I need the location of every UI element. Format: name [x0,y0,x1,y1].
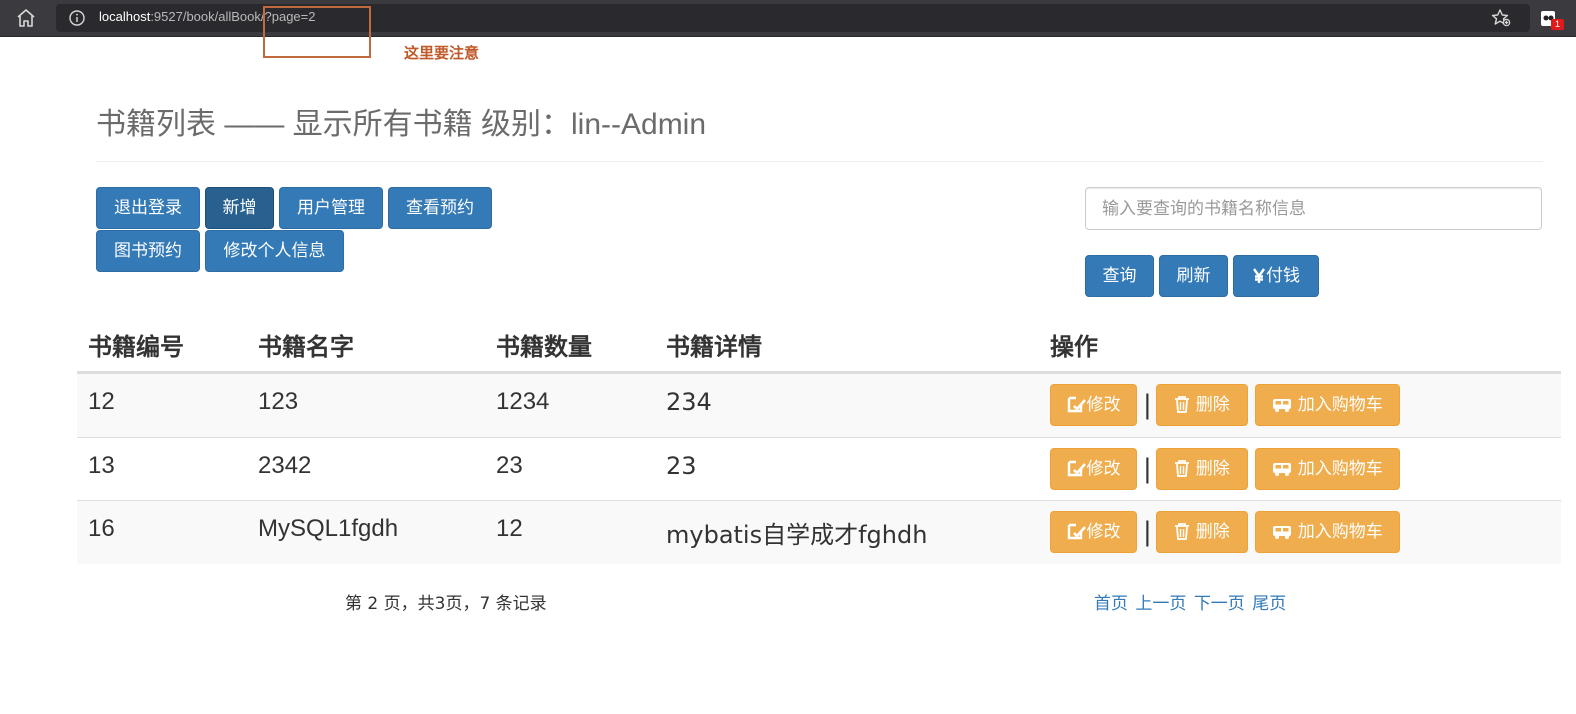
info-icon[interactable] [68,9,86,27]
last-page-link[interactable]: 尾页 [1252,594,1286,614]
cell-detail: 23 [666,452,697,480]
col-header-detail: 书籍详情 [666,333,762,361]
col-header-name: 书籍名字 [258,333,354,361]
cell-detail: 234 [666,388,712,416]
edit-label: 修改 [1086,522,1121,542]
action-separator: | [1143,390,1152,420]
trash-icon [1175,396,1190,413]
cell-count: 12 [496,515,523,542]
cell-count: 23 [496,452,523,479]
table-row: 16 MySQL1fgdh 12 mybatis自学成才fghdh 修改 | 删… [77,500,1561,564]
cell-detail: mybatis自学成才fghdh [666,521,928,549]
col-header-count: 书籍数量 [496,333,592,361]
delete-label: 删除 [1195,522,1230,542]
edit-button[interactable]: 修改 [1050,384,1137,426]
edit-label: 修改 [1086,395,1121,415]
cell-name: 2342 [258,452,312,479]
delete-button[interactable]: 删除 [1156,511,1248,553]
browser-toolbar: localhost:9527/book/allBook/?page=2 1 [0,0,1576,37]
page-title: 书籍列表 —— 显示所有书籍 级别：lin--Admin [96,108,707,141]
prev-page-link[interactable]: 上一页 [1135,594,1186,614]
book-reserve-button[interactable]: 图书预约 [96,230,200,272]
annotation-highlight-box [263,6,371,58]
add-book-button[interactable]: 新增 [205,187,274,229]
add-to-cart-label: 加入购物车 [1297,395,1383,415]
cell-id: 16 [88,515,115,542]
annotation-text: 这里要注意 [404,44,480,62]
pay-button-label: 付钱 [1266,266,1300,286]
col-header-actions: 操作 [1050,333,1098,361]
add-to-cart-label: 加入购物车 [1297,459,1383,479]
cell-name: MySQL1fgdh [258,515,399,542]
trash-icon [1175,460,1190,477]
add-to-cart-label: 加入购物车 [1297,522,1383,542]
logout-button[interactable]: 退出登录 [96,187,200,229]
delete-button[interactable]: 删除 [1156,384,1248,426]
pagination-summary: 第 2 页，共3页，7 条记录 [345,594,547,614]
user-manage-button[interactable]: 用户管理 [279,187,383,229]
extension-badge: 1 [1551,19,1564,30]
next-page-link[interactable]: 下一页 [1194,594,1245,614]
edit-button[interactable]: 修改 [1050,448,1137,490]
pagination-links: 首页 上一页 下一页 尾页 [1094,589,1288,614]
delete-button[interactable]: 删除 [1156,448,1248,490]
trash-icon [1175,523,1190,540]
cell-count: 1234 [496,388,550,415]
delete-label: 删除 [1195,459,1230,479]
delete-label: 删除 [1195,395,1230,415]
action-separator: | [1143,454,1152,484]
edit-icon [1067,396,1086,413]
home-icon[interactable] [14,7,38,29]
edit-button[interactable]: 修改 [1050,511,1137,553]
edit-profile-button[interactable]: 修改个人信息 [205,230,344,272]
bus-icon [1273,399,1292,412]
cell-id: 13 [88,452,115,479]
table-row: 13 2342 23 23 修改 | 删除 加入购物车 [77,437,1561,501]
refresh-button[interactable]: 刷新 [1159,255,1228,297]
bookmark-star-icon[interactable] [1490,8,1512,28]
query-button[interactable]: 查询 [1085,255,1154,297]
search-input[interactable] [1085,187,1542,230]
add-to-cart-button[interactable]: 加入购物车 [1255,448,1400,490]
edit-icon [1067,523,1086,540]
action-separator: | [1143,517,1152,547]
cell-id: 12 [88,388,115,415]
first-page-link[interactable]: 首页 [1094,594,1128,614]
bus-icon [1273,526,1292,539]
edit-icon [1067,460,1086,477]
add-to-cart-button[interactable]: 加入购物车 [1255,384,1400,426]
table-row: 12 123 1234 234 修改 | 删除 加入购物车 [77,373,1561,437]
header-divider [96,161,1543,162]
edit-label: 修改 [1086,459,1121,479]
add-to-cart-button[interactable]: 加入购物车 [1255,511,1400,553]
col-header-id: 书籍编号 [88,333,184,361]
view-reserve-button[interactable]: 查看预约 [388,187,492,229]
url-host: localhost [99,9,151,24]
pay-button[interactable]: 付钱 [1233,255,1319,297]
bus-icon [1273,463,1292,476]
yen-icon [1253,268,1265,283]
cell-name: 123 [258,388,299,415]
